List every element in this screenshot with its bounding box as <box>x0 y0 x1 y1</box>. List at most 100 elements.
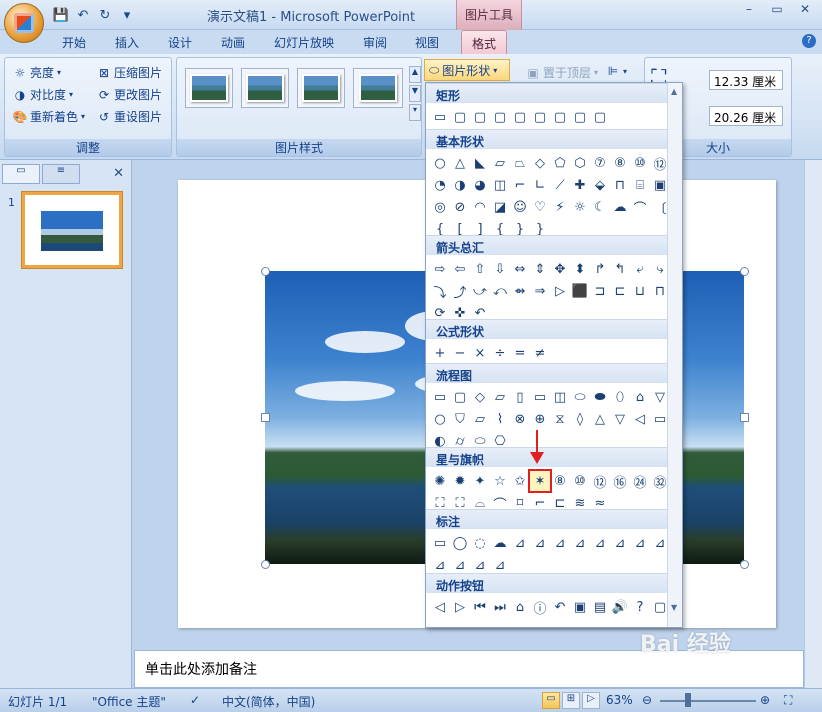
shape-option[interactable]: ◠ <box>470 197 490 217</box>
shape-option[interactable]: ⤺ <box>490 281 510 301</box>
shape-option[interactable]: ⇒ <box>530 281 550 301</box>
bring-to-front-button[interactable]: ▣ 置于顶层 ▾ <box>526 64 598 81</box>
align-button[interactable]: ⊫ ▾ <box>606 64 627 78</box>
shape-option[interactable]: ⏭ <box>490 597 510 617</box>
shape-option[interactable]: ⑩ <box>570 471 590 491</box>
shape-option[interactable]: ☼ <box>570 197 590 217</box>
shape-option[interactable]: ⚡ <box>550 197 570 217</box>
shape-option[interactable]: ○ <box>430 153 450 173</box>
resize-handle[interactable] <box>261 267 270 276</box>
resize-handle[interactable] <box>740 413 749 422</box>
shape-option[interactable]: ▢ <box>470 107 490 127</box>
shape-option[interactable]: ⧖ <box>550 409 570 429</box>
shape-option[interactable]: ? <box>630 597 650 617</box>
tab-insert[interactable]: 插入 <box>115 34 139 51</box>
shape-option[interactable]: ▢ <box>550 107 570 127</box>
shape-option[interactable]: ▢ <box>570 107 590 127</box>
shape-option[interactable]: ⊿ <box>490 555 510 575</box>
shape-option[interactable]: ⏥ <box>470 409 490 429</box>
width-input[interactable]: 20.26 厘米 <box>709 106 783 126</box>
shape-option[interactable]: ⑩ <box>630 153 650 173</box>
shape-option[interactable]: ⬛ <box>570 281 590 301</box>
resize-handle[interactable] <box>261 560 270 569</box>
shape-option[interactable]: ⊿ <box>530 533 550 553</box>
shape-option[interactable]: ⬯ <box>610 387 630 407</box>
shape-option[interactable]: ◫ <box>550 387 570 407</box>
shape-option[interactable]: ⊘ <box>450 197 470 217</box>
shape-option[interactable]: ▢ <box>450 107 470 127</box>
shape-option[interactable]: ⌇ <box>490 409 510 429</box>
shape-option[interactable]: ▣ <box>570 597 590 617</box>
shape-option[interactable]: ◕ <box>470 175 490 195</box>
shape-option[interactable]: ▢ <box>490 107 510 127</box>
height-input[interactable]: 12.33 厘米 <box>709 70 783 90</box>
shape-option[interactable]: ⊐ <box>590 281 610 301</box>
shape-option[interactable]: ◊ <box>570 409 590 429</box>
shape-option[interactable]: ⤵ <box>430 281 450 301</box>
shape-option[interactable]: ⇧ <box>470 259 490 279</box>
shape-option[interactable]: ⇦ <box>450 259 470 279</box>
outline-tab[interactable]: ≡ <box>42 164 80 184</box>
shape-option[interactable]: ✩ <box>510 471 530 491</box>
save-icon[interactable]: 💾 <box>52 6 70 24</box>
shape-option[interactable]: ⇨ <box>430 259 450 279</box>
shape-option[interactable]: ▱ <box>490 387 510 407</box>
shape-option[interactable]: ◇ <box>530 153 550 173</box>
undo-icon[interactable]: ↶ <box>74 6 92 24</box>
shape-option[interactable]: ✥ <box>550 259 570 279</box>
picture-style-3[interactable] <box>297 68 345 108</box>
shape-option[interactable]: ◫ <box>490 175 510 195</box>
tab-view[interactable]: 视图 <box>415 34 439 51</box>
gallery-scroll[interactable]: ▲ ▼ ▾ <box>409 66 421 122</box>
shape-option[interactable]: ⬙ <box>590 175 610 195</box>
shape-option[interactable]: ✹ <box>450 471 470 491</box>
shape-option[interactable]: ⊿ <box>630 533 650 553</box>
shape-option[interactable]: ↱ <box>590 259 610 279</box>
recolor-button[interactable]: 🎨 重新着色 ▾ <box>13 108 86 125</box>
shape-option[interactable]: ⊿ <box>450 555 470 575</box>
shape-option[interactable]: ◯ <box>450 533 470 553</box>
shape-option[interactable]: ⊿ <box>510 533 530 553</box>
picture-style-4[interactable] <box>353 68 403 108</box>
slideshow-view-button[interactable]: ▷ <box>582 692 600 709</box>
shape-option[interactable]: ⊿ <box>470 555 490 575</box>
shape-option[interactable]: ◎ <box>430 197 450 217</box>
shape-option[interactable]: ⇔ <box>510 259 530 279</box>
shape-option[interactable]: ⏢ <box>510 153 530 173</box>
shape-option[interactable]: ⊗ <box>510 409 530 429</box>
shape-option[interactable]: ⛉ <box>450 409 470 429</box>
shape-option[interactable]: ⊿ <box>430 555 450 575</box>
shape-option[interactable]: ⇩ <box>490 259 510 279</box>
zoom-in-icon[interactable]: ⊕ <box>760 693 770 707</box>
shape-option[interactable]: ◑ <box>450 175 470 195</box>
tab-format[interactable]: 格式 <box>461 30 508 55</box>
fit-window-icon[interactable]: ⛶ <box>784 693 792 708</box>
shape-option[interactable]: ✶ <box>528 469 552 493</box>
slides-tab[interactable]: ▭ <box>2 164 40 184</box>
shape-option[interactable]: ⊿ <box>550 533 570 553</box>
zoom-slider-thumb[interactable] <box>685 693 691 707</box>
shape-option[interactable]: ⊿ <box>590 533 610 553</box>
resize-handle[interactable] <box>740 560 749 569</box>
scroll-up-icon[interactable]: ▲ <box>671 87 677 96</box>
shape-option[interactable]: ⤴ <box>450 281 470 301</box>
slide-thumbnail[interactable] <box>22 192 122 268</box>
shape-option[interactable]: ⇴ <box>510 281 530 301</box>
shape-option[interactable]: ⊔ <box>630 281 650 301</box>
shape-option[interactable]: ÷ <box>490 343 510 363</box>
maximize-icon[interactable]: ▭ <box>764 2 790 20</box>
help-icon[interactable]: ? <box>802 34 816 48</box>
reset-picture-button[interactable]: ↺ 重设图片 <box>97 108 162 125</box>
contrast-button[interactable]: ◑ 对比度 ▾ <box>13 86 73 103</box>
shape-option[interactable]: ⊿ <box>570 533 590 553</box>
shape-option[interactable]: ▯ <box>510 387 530 407</box>
tab-design[interactable]: 设计 <box>168 34 192 51</box>
shape-option[interactable]: ▭ <box>530 387 550 407</box>
shape-option[interactable]: ▢ <box>450 387 470 407</box>
shape-option[interactable]: ☁ <box>490 533 510 553</box>
shape-option[interactable]: ○ <box>430 409 450 429</box>
shape-option[interactable]: ⟋ <box>550 175 570 195</box>
shape-option[interactable]: ⌸ <box>630 175 650 195</box>
vertical-scrollbar[interactable] <box>804 160 822 688</box>
brightness-button[interactable]: ☼ 亮度 ▾ <box>13 64 61 81</box>
